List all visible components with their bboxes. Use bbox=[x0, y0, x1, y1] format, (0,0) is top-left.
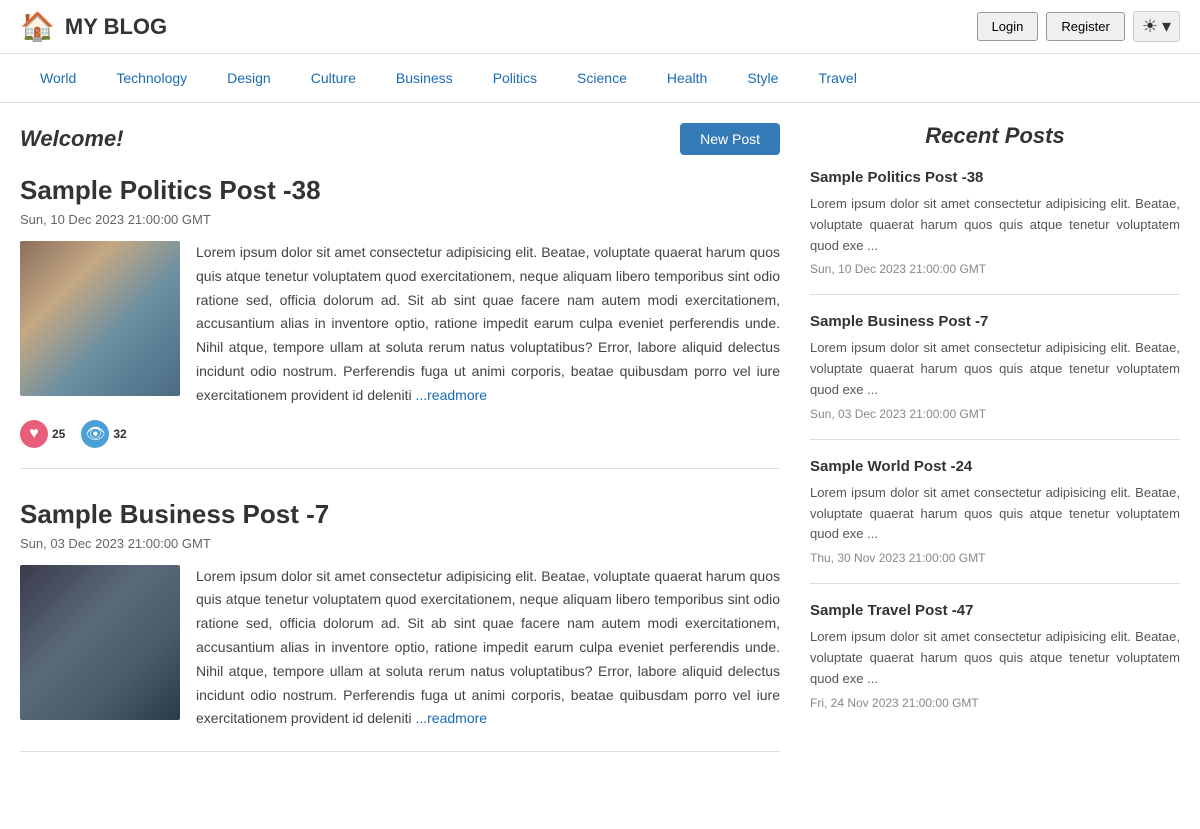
recent-post-excerpt-1: Lorem ipsum dolor sit amet consectetur a… bbox=[810, 338, 1180, 400]
nav-item-style[interactable]: Style bbox=[727, 66, 798, 90]
eye-icon: 👁 bbox=[81, 420, 109, 448]
view-count-0: 32 bbox=[113, 427, 126, 441]
main-layout: Welcome! New Post Sample Politics Post -… bbox=[0, 103, 1200, 802]
recent-post-excerpt-0: Lorem ipsum dolor sit amet consectetur a… bbox=[810, 194, 1180, 256]
content-area: Welcome! New Post Sample Politics Post -… bbox=[20, 123, 780, 782]
food-image bbox=[20, 241, 180, 396]
recent-post-title-2[interactable]: Sample World Post -24 bbox=[810, 458, 1180, 475]
nav-item-travel[interactable]: Travel bbox=[798, 66, 876, 90]
recent-post-1: Sample Business Post -7 Lorem ipsum dolo… bbox=[810, 313, 1180, 439]
post-actions-0: ♥ 25 👁 32 bbox=[20, 420, 780, 448]
post-title-0[interactable]: Sample Politics Post -38 bbox=[20, 175, 780, 206]
post-excerpt-1: Lorem ipsum dolor sit amet consectetur a… bbox=[196, 565, 780, 732]
post-excerpt-0: Lorem ipsum dolor sit amet consectetur a… bbox=[196, 241, 780, 408]
like-count-0: 25 bbox=[52, 427, 65, 441]
heart-icon: ♥ bbox=[20, 420, 48, 448]
post-image-1 bbox=[20, 565, 180, 720]
recent-post-date-0: Sun, 10 Dec 2023 21:00:00 GMT bbox=[810, 262, 1180, 276]
readmore-link-0[interactable]: ...readmore bbox=[415, 387, 487, 403]
chevron-down-icon: ▾ bbox=[1162, 16, 1171, 37]
login-button[interactable]: Login bbox=[977, 12, 1039, 41]
readmore-link-1[interactable]: ...readmore bbox=[415, 710, 487, 726]
theme-toggle[interactable]: ☀ ▾ bbox=[1133, 11, 1180, 42]
post-date-1: Sun, 03 Dec 2023 21:00:00 GMT bbox=[20, 536, 780, 551]
nav-item-science[interactable]: Science bbox=[557, 66, 647, 90]
new-post-button[interactable]: New Post bbox=[680, 123, 780, 155]
recent-post-2: Sample World Post -24 Lorem ipsum dolor … bbox=[810, 458, 1180, 584]
welcome-text: Welcome! bbox=[20, 126, 124, 152]
recent-post-0: Sample Politics Post -38 Lorem ipsum dol… bbox=[810, 169, 1180, 295]
sidebar: Recent Posts Sample Politics Post -38 Lo… bbox=[810, 123, 1180, 782]
post-card-1: Sample Business Post -7 Sun, 03 Dec 2023… bbox=[20, 499, 780, 753]
header-right: Login Register ☀ ▾ bbox=[977, 11, 1180, 42]
recent-post-title-0[interactable]: Sample Politics Post -38 bbox=[810, 169, 1180, 186]
like-button-0[interactable]: ♥ 25 bbox=[20, 420, 65, 448]
logo-icon: 🏠 bbox=[20, 10, 55, 43]
view-button-0[interactable]: 👁 32 bbox=[81, 420, 126, 448]
sun-icon: ☀ bbox=[1142, 16, 1158, 37]
main-nav: World Technology Design Culture Business… bbox=[0, 54, 1200, 103]
post-date-0: Sun, 10 Dec 2023 21:00:00 GMT bbox=[20, 212, 780, 227]
recent-post-date-2: Thu, 30 Nov 2023 21:00:00 GMT bbox=[810, 551, 1180, 565]
nav-item-world[interactable]: World bbox=[20, 66, 96, 90]
sidebar-title: Recent Posts bbox=[810, 123, 1180, 149]
register-button[interactable]: Register bbox=[1046, 12, 1124, 41]
nav-item-technology[interactable]: Technology bbox=[96, 66, 207, 90]
header-left: 🏠 MY BLOG bbox=[20, 10, 167, 43]
header: 🏠 MY BLOG Login Register ☀ ▾ bbox=[0, 0, 1200, 54]
recent-post-date-1: Sun, 03 Dec 2023 21:00:00 GMT bbox=[810, 407, 1180, 421]
nav-item-business[interactable]: Business bbox=[376, 66, 473, 90]
post-body-0: Lorem ipsum dolor sit amet consectetur a… bbox=[20, 241, 780, 408]
nav-item-culture[interactable]: Culture bbox=[291, 66, 376, 90]
post-card-0: Sample Politics Post -38 Sun, 10 Dec 202… bbox=[20, 175, 780, 469]
nav-item-politics[interactable]: Politics bbox=[473, 66, 557, 90]
post-title-1[interactable]: Sample Business Post -7 bbox=[20, 499, 780, 530]
recent-post-excerpt-2: Lorem ipsum dolor sit amet consectetur a… bbox=[810, 483, 1180, 545]
recent-post-3: Sample Travel Post -47 Lorem ipsum dolor… bbox=[810, 602, 1180, 727]
nav-item-health[interactable]: Health bbox=[647, 66, 727, 90]
blog-title: MY BLOG bbox=[65, 14, 167, 40]
recent-post-excerpt-3: Lorem ipsum dolor sit amet consectetur a… bbox=[810, 627, 1180, 689]
tech-image bbox=[20, 565, 180, 720]
nav-item-design[interactable]: Design bbox=[207, 66, 291, 90]
recent-post-title-1[interactable]: Sample Business Post -7 bbox=[810, 313, 1180, 330]
post-image-0 bbox=[20, 241, 180, 396]
recent-post-title-3[interactable]: Sample Travel Post -47 bbox=[810, 602, 1180, 619]
post-body-1: Lorem ipsum dolor sit amet consectetur a… bbox=[20, 565, 780, 732]
welcome-bar: Welcome! New Post bbox=[20, 123, 780, 155]
recent-post-date-3: Fri, 24 Nov 2023 21:00:00 GMT bbox=[810, 696, 1180, 710]
